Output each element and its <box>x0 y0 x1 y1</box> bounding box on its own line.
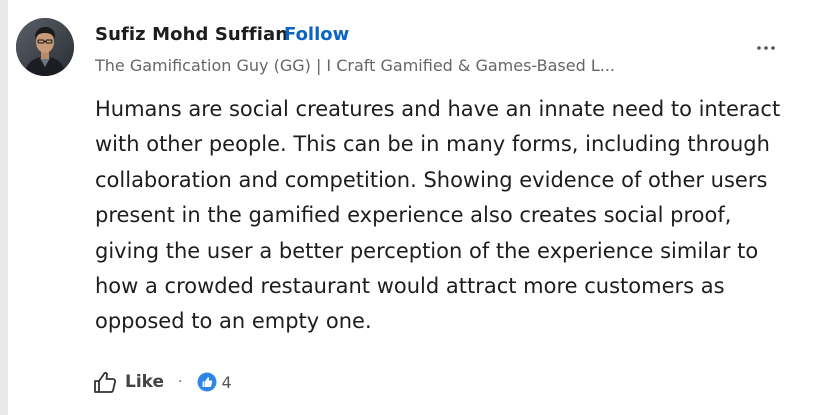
avatar[interactable] <box>16 18 74 76</box>
comment-card: Sufiz Mohd Suffian Follow The Gamificati… <box>0 0 814 415</box>
like-button[interactable]: Like <box>92 369 164 395</box>
follow-button[interactable]: Follow <box>284 24 349 45</box>
reaction-count: 4 <box>221 372 232 392</box>
author-name[interactable]: Sufiz Mohd Suffian <box>95 24 288 45</box>
like-reaction-icon <box>197 372 216 392</box>
like-label: Like <box>125 372 165 392</box>
reactions-summary[interactable]: 4 <box>197 372 232 392</box>
left-gutter <box>0 0 8 415</box>
separator-dot: · <box>178 374 183 390</box>
comment-text: Humans are social creatures and have an … <box>95 97 781 334</box>
author-headline: The Gamification Guy (GG) | I Craft Gami… <box>95 56 616 75</box>
avatar-image <box>16 18 74 76</box>
ellipsis-icon <box>757 46 775 50</box>
thumbs-up-outline-icon <box>94 371 117 393</box>
more-options-button[interactable] <box>752 34 780 62</box>
comment-actions: Like · 4 <box>92 368 232 396</box>
